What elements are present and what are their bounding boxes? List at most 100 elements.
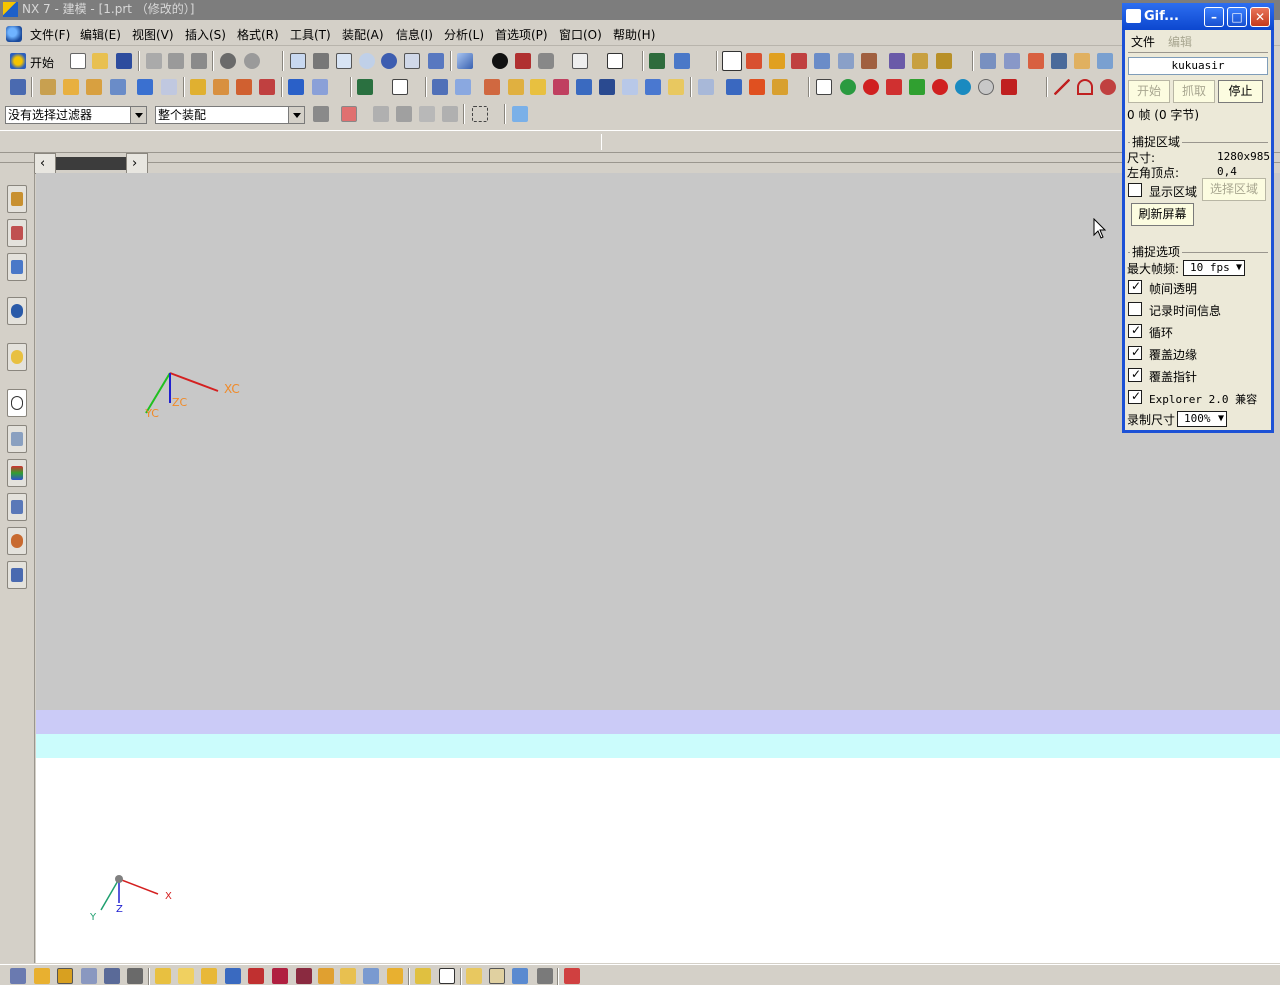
rectangle-select-icon[interactable] [472,106,488,122]
reference-set-icon[interactable] [340,968,356,984]
open-by-proximity-icon[interactable] [512,968,528,984]
paste-icon[interactable] [191,53,207,69]
close-button[interactable]: ✕ [1250,7,1270,27]
pan-icon[interactable] [404,53,420,69]
refresh-screen-button[interactable]: 刷新屏幕 [1131,203,1194,226]
menu-analysis[interactable]: 分析(L) [444,26,484,43]
copy-component-icon[interactable] [104,968,120,984]
explode-icon[interactable] [272,968,288,984]
make-displayed-icon[interactable] [489,968,505,984]
history-tab[interactable] [7,389,27,417]
redo-icon[interactable] [244,53,260,69]
measure-body-icon[interactable] [936,53,952,69]
mirror-feature-icon[interactable] [576,79,592,95]
manufacturing-wizards-tab[interactable] [7,493,27,521]
datum-csys-icon[interactable] [236,79,252,95]
roles-tab[interactable] [7,527,27,555]
select-parts-icon[interactable] [34,968,50,984]
torus-icon[interactable] [886,79,902,95]
sew-icon[interactable] [645,79,661,95]
show-region-checkbox[interactable] [1128,183,1142,197]
ring-red-icon[interactable] [932,79,948,95]
option-checkbox-2[interactable]: ✓ [1128,323,1142,338]
shaded-edges-icon[interactable] [515,53,531,69]
point-icon[interactable] [259,79,275,95]
scroll-thumb[interactable] [56,157,126,170]
move-face-icon[interactable] [698,79,714,95]
snap-quadrant-icon[interactable] [861,53,877,69]
menu-help[interactable]: 帮助(H) [613,26,655,43]
new-sketch-icon[interactable] [816,79,832,95]
draft-icon[interactable] [455,79,471,95]
thread-icon[interactable] [599,79,615,95]
zoom-icon[interactable] [336,53,352,69]
replace-component-icon[interactable] [439,968,455,984]
shell-icon[interactable] [432,79,448,95]
cylinder-icon[interactable] [161,79,177,95]
quick-pick-icon[interactable] [512,106,528,122]
undo-icon[interactable] [220,53,236,69]
assembly-options-icon[interactable] [564,968,580,984]
menu-edit[interactable]: 编辑(E) [80,26,121,43]
follow-icon[interactable] [373,106,389,122]
system-scenes-tab[interactable] [7,561,27,589]
sketch-icon[interactable] [40,79,56,95]
line-icon[interactable] [1054,79,1070,95]
perspective-icon[interactable] [428,53,444,69]
undo-list-icon[interactable] [10,968,26,984]
selection-intent-icon[interactable] [341,106,357,122]
process-studio-tab[interactable] [7,459,27,487]
gifcam-start-button[interactable]: 开始 [1128,80,1170,103]
option-checkbox-4[interactable]: ✓ [1128,367,1142,382]
zoom-window-icon[interactable] [313,53,329,69]
render-style-icon[interactable] [492,53,508,69]
reuse-library-tab[interactable] [7,297,27,325]
new-component-icon[interactable] [178,968,194,984]
star-red-icon[interactable] [863,79,879,95]
datum-axis-icon[interactable] [213,79,229,95]
select-region-button[interactable]: 选择区域 [1202,178,1266,201]
selection-scope-select[interactable]: 整个装配 [155,106,305,124]
select-face-icon[interactable] [313,106,329,122]
snap-endpoint-icon[interactable] [746,53,762,69]
menu-tools[interactable]: 工具(T) [290,26,331,43]
subtract-icon[interactable] [312,79,328,95]
gifcam-capture-button[interactable]: 抓取 [1173,80,1215,103]
spring-icon[interactable] [1001,79,1017,95]
draft-analysis-icon[interactable] [1051,53,1067,69]
assembly-cut-icon[interactable] [415,968,431,984]
assembly-navigator-tab[interactable] [7,185,27,213]
solid-select-icon[interactable] [396,106,412,122]
part-navigator-icon[interactable] [10,79,26,95]
minimize-button[interactable]: – [1204,7,1224,27]
wave-link-icon[interactable] [363,968,379,984]
constraint-icon[interactable] [248,968,264,984]
hide-icon[interactable] [127,968,143,984]
snap-view-icon[interactable] [649,53,665,69]
graphics-window[interactable]: XC YC ZC X Y Z [36,173,1280,963]
ring-blue-icon[interactable] [955,79,971,95]
edit-position-icon[interactable] [749,79,765,95]
constraint-navigator-tab[interactable] [7,219,27,247]
circle-green-icon[interactable] [840,79,856,95]
layout-icon[interactable] [572,53,588,69]
shaded-icon[interactable] [538,53,554,69]
edge-blend-icon[interactable] [357,79,373,95]
hole-icon[interactable] [110,79,126,95]
menu-format[interactable]: 格式(R) [237,26,279,43]
max-fps-select[interactable]: 10 fps ▼ [1183,260,1245,276]
arrangement-icon[interactable] [318,968,334,984]
nx-menu-icon[interactable] [6,26,22,42]
curvature-icon[interactable] [1004,53,1020,69]
surface-analysis-icon[interactable] [980,53,996,69]
patch-icon[interactable] [668,79,684,95]
snap-midpoint-icon[interactable] [769,53,785,69]
copy-icon[interactable] [168,53,184,69]
edit-parameters-icon[interactable] [726,79,742,95]
system-materials-tab[interactable] [7,425,27,453]
scroll-left-button[interactable]: ‹ [34,153,56,174]
move-feature-icon[interactable] [772,79,788,95]
curve-select-icon[interactable] [442,106,458,122]
offset-face-icon[interactable] [530,79,546,95]
interference-icon[interactable] [387,968,403,984]
